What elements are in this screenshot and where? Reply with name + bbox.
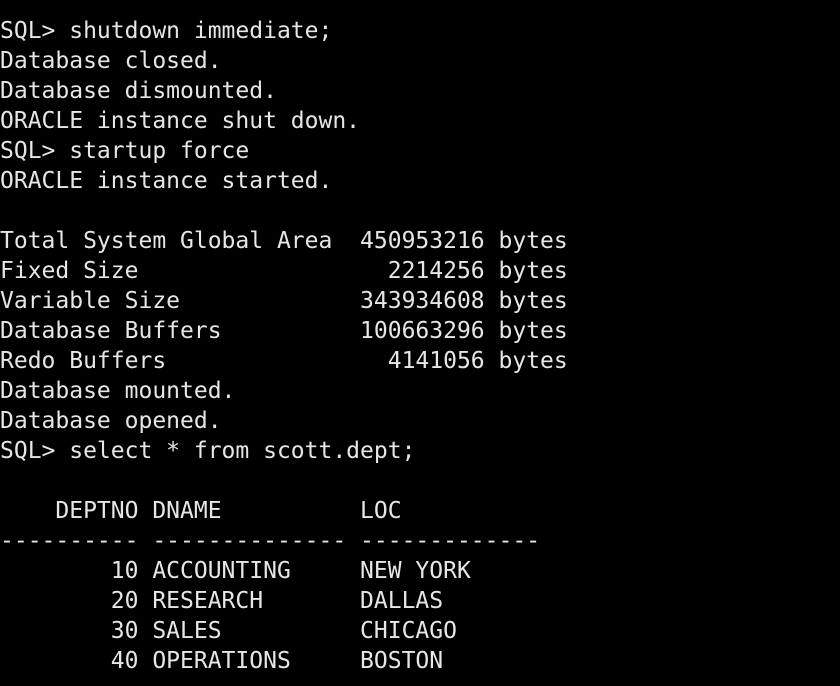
result-separator-row: ---------- -------------- ------------- xyxy=(0,528,541,554)
terminal-window[interactable]: SQL> shutdown immediate; Database closed… xyxy=(0,0,840,686)
sql-prompt-startup: SQL> startup force xyxy=(0,138,250,164)
result-row: 30 SALES CHICAGO xyxy=(0,618,457,644)
sga-database-buffers-line: Database Buffers 100663296 bytes xyxy=(0,318,568,344)
result-header-row: DEPTNO DNAME LOC xyxy=(0,498,402,524)
output-database-mounted: Database mounted. xyxy=(0,378,236,404)
sql-prompt-shutdown: SQL> shutdown immediate; xyxy=(0,18,333,44)
output-database-closed: Database closed. xyxy=(0,48,222,74)
output-instance-started: ORACLE instance started. xyxy=(0,168,333,194)
sga-fixed-size-line: Fixed Size 2214256 bytes xyxy=(0,258,568,284)
sga-total-line: Total System Global Area 450953216 bytes xyxy=(0,228,568,254)
output-database-dismounted: Database dismounted. xyxy=(0,78,277,104)
sga-redo-buffers-line: Redo Buffers 4141056 bytes xyxy=(0,348,568,374)
sga-variable-size-line: Variable Size 343934608 bytes xyxy=(0,288,568,314)
result-row: 20 RESEARCH DALLAS xyxy=(0,588,444,614)
result-row: 10 ACCOUNTING NEW YORK xyxy=(0,558,471,584)
output-database-opened: Database opened. xyxy=(0,408,222,434)
output-instance-shut-down: ORACLE instance shut down. xyxy=(0,108,361,134)
sql-prompt-select: SQL> select * from scott.dept; xyxy=(0,438,416,464)
result-row: 40 OPERATIONS BOSTON xyxy=(0,648,444,674)
